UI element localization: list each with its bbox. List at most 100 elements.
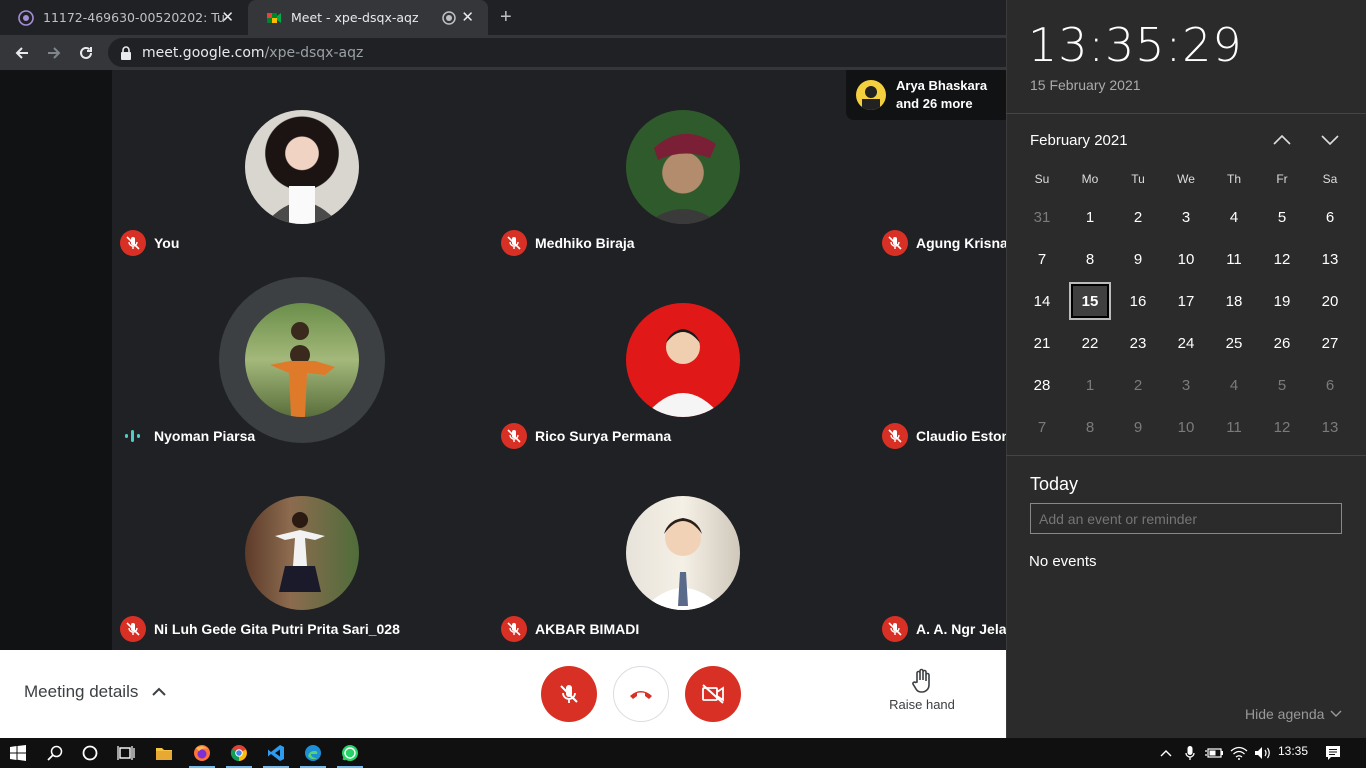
calendar-day[interactable]: 2 — [1114, 364, 1162, 406]
calendar-day[interactable]: 4 — [1210, 364, 1258, 406]
calendar-day[interactable]: 16 — [1114, 280, 1162, 322]
calendar-day[interactable]: 14 — [1018, 280, 1066, 322]
calendar-day[interactable]: 23 — [1114, 322, 1162, 364]
calendar-day[interactable]: 7 — [1018, 406, 1066, 448]
mic-off-icon — [501, 616, 527, 642]
volume-icon — [1255, 747, 1270, 759]
join-name: Arya Bhaskara — [896, 78, 988, 93]
task-view-button[interactable] — [111, 738, 141, 768]
firefox-button[interactable] — [187, 738, 217, 768]
participant-name-tag: Ni Luh Gede Gita Putri Prita Sari_028 — [120, 616, 400, 642]
next-month-button[interactable] — [1318, 130, 1342, 150]
calendar-day[interactable]: 13 — [1306, 406, 1354, 448]
search-button[interactable] — [40, 738, 70, 768]
forward-button[interactable] — [39, 35, 69, 70]
calendar-day[interactable]: 3 — [1162, 196, 1210, 238]
taskbar-clock[interactable]: 13:35 — [1278, 744, 1308, 758]
close-tab-icon[interactable]: ✕ — [461, 9, 474, 25]
calendar-day[interactable]: 12 — [1258, 406, 1306, 448]
calendar-day[interactable]: 24 — [1162, 322, 1210, 364]
file-explorer-button[interactable] — [149, 738, 179, 768]
calendar-day[interactable]: 9 — [1114, 406, 1162, 448]
calendar-day[interactable]: 7 — [1018, 238, 1066, 280]
calendar-day[interactable]: 5 — [1258, 364, 1306, 406]
calendar-day[interactable]: 10 — [1162, 238, 1210, 280]
new-tab-button[interactable]: + — [500, 6, 512, 28]
flyout-date[interactable]: 15 February 2021 — [1030, 77, 1141, 93]
avatar — [245, 303, 359, 417]
mic-off-icon — [120, 616, 146, 642]
calendar-day[interactable]: 22 — [1066, 322, 1114, 364]
cortana-icon — [82, 745, 98, 761]
url-host: meet.google.com — [142, 44, 265, 61]
calendar-day[interactable]: 1 — [1066, 196, 1114, 238]
avatar — [626, 496, 740, 610]
calendar-day[interactable]: 8 — [1066, 238, 1114, 280]
chrome-button[interactable] — [224, 738, 254, 768]
calendar-day[interactable]: 12 — [1258, 238, 1306, 280]
calendar-day[interactable]: 5 — [1258, 196, 1306, 238]
weekday-label: Tu — [1131, 172, 1145, 186]
mic-off-icon — [560, 685, 578, 703]
calendar-day[interactable]: 2 — [1114, 196, 1162, 238]
tab-title: Meet - xpe-dsqx-aqz — [291, 10, 419, 25]
calendar-day[interactable]: 9 — [1114, 238, 1162, 280]
calendar-day[interactable]: 19 — [1258, 280, 1306, 322]
calendar-day[interactable]: 25 — [1210, 322, 1258, 364]
edge-button[interactable] — [298, 738, 328, 768]
calendar-day[interactable]: 1 — [1066, 364, 1114, 406]
back-button[interactable] — [7, 35, 37, 70]
calendar-day[interactable]: 27 — [1306, 322, 1354, 364]
chevron-down-icon — [1321, 135, 1339, 145]
flyout-clock: 13:35:29 — [1028, 18, 1243, 72]
hang-up-icon — [630, 691, 652, 699]
calendar-day[interactable]: 8 — [1066, 406, 1114, 448]
calendar-day[interactable]: 11 — [1210, 406, 1258, 448]
join-notification[interactable]: Arya Bhaskara and 26 more — [846, 70, 1006, 120]
calendar-day-today[interactable]: 15 — [1069, 282, 1111, 320]
mic-off-icon — [882, 616, 908, 642]
hide-agenda-button[interactable]: Hide agenda — [1245, 706, 1342, 722]
calendar-day[interactable]: 26 — [1258, 322, 1306, 364]
calendar-day[interactable]: 20 — [1306, 280, 1354, 322]
vscode-button[interactable] — [261, 738, 291, 768]
camera-toggle-button[interactable] — [685, 666, 741, 722]
calendar-day[interactable]: 18 — [1210, 280, 1258, 322]
tab-meet[interactable]: Meet - xpe-dsqx-aqz ✕ — [248, 0, 488, 35]
leave-call-button[interactable] — [613, 666, 669, 722]
mic-off-icon — [882, 423, 908, 449]
calendar-day[interactable]: 6 — [1306, 196, 1354, 238]
address-bar[interactable]: meet.google.com/xpe-dsqx-aqz — [108, 38, 1108, 67]
participant-name-tag: Medhiko Biraja — [501, 230, 635, 256]
reload-button[interactable] — [71, 35, 101, 70]
add-event-input[interactable] — [1030, 503, 1342, 534]
calendar-day[interactable]: 11 — [1210, 238, 1258, 280]
tab-tugas[interactable]: 11172-469630-00520202: Tugas ✕ — [0, 0, 248, 35]
calendar-day[interactable]: 4 — [1210, 196, 1258, 238]
calendar-day[interactable]: 13 — [1306, 238, 1354, 280]
meeting-details-button[interactable]: Meeting details — [24, 682, 167, 702]
month-label[interactable]: February 2021 — [1030, 132, 1128, 149]
calendar-day[interactable]: 21 — [1018, 322, 1066, 364]
agenda-title: Today — [1030, 474, 1079, 494]
volume-tray-button[interactable] — [1248, 738, 1278, 768]
previous-month-button[interactable] — [1270, 130, 1294, 150]
cortana-button[interactable] — [75, 738, 105, 768]
calendar-day[interactable]: 31 — [1018, 196, 1066, 238]
calendar-day[interactable]: 28 — [1018, 364, 1066, 406]
start-button[interactable] — [3, 738, 33, 768]
calendar-day[interactable]: 6 — [1306, 364, 1354, 406]
calendar-day[interactable]: 17 — [1162, 280, 1210, 322]
avatar — [856, 80, 886, 110]
action-center-button[interactable] — [1318, 738, 1348, 768]
whatsapp-button[interactable] — [335, 738, 365, 768]
calendar-day[interactable]: 3 — [1162, 364, 1210, 406]
avatar — [245, 496, 359, 610]
start-icon — [10, 745, 26, 761]
raise-hand-button[interactable]: Raise hand — [884, 668, 960, 712]
calendar-day[interactable]: 10 — [1162, 406, 1210, 448]
microphone-toggle-button[interactable] — [541, 666, 597, 722]
forward-arrow-icon — [48, 46, 61, 59]
back-arrow-icon — [15, 46, 28, 59]
close-tab-icon[interactable]: ✕ — [221, 9, 234, 25]
